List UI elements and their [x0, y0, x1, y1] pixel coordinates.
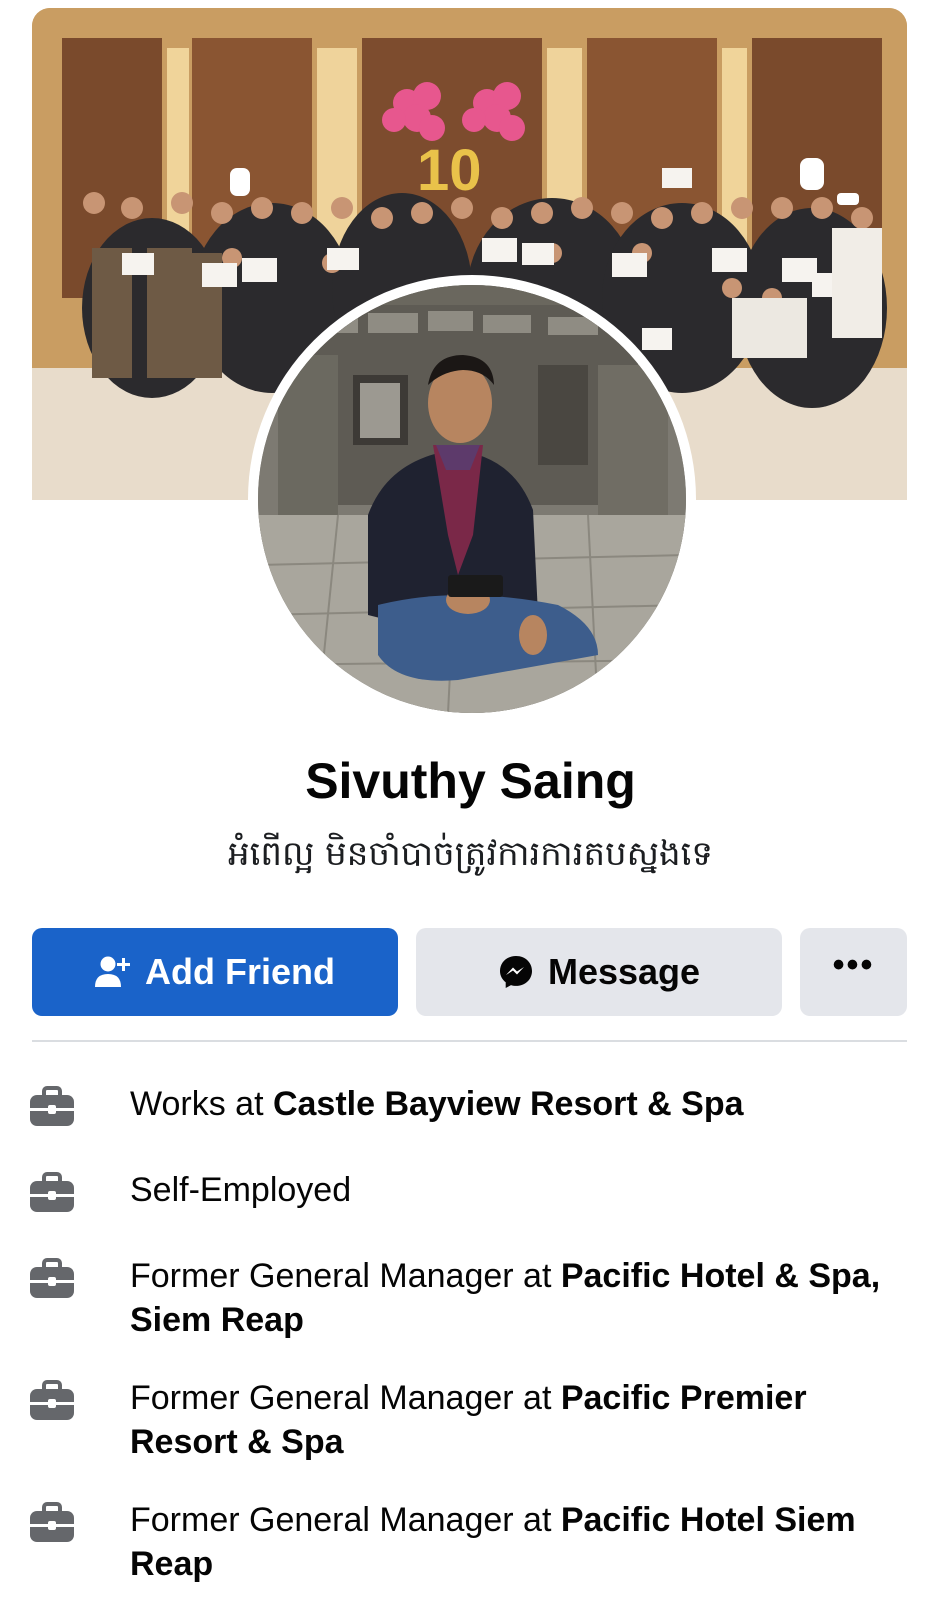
work-item: Works at Castle Bayview Resort & Spa	[28, 1082, 908, 1128]
profile-bio: អំពើល្អ មិនចាំបាច់ត្រូវការការតបស្នងទេ	[228, 834, 713, 874]
work-item-place[interactable]: Castle Bayview Resort & Spa	[273, 1085, 744, 1123]
message-label: Message	[547, 951, 701, 992]
briefcase-icon	[30, 1086, 74, 1126]
work-item-prefix: Former General Manager at	[130, 1257, 561, 1295]
profile-name: Sivuthy Saing	[305, 753, 636, 809]
more-icon: •••	[832, 946, 875, 984]
briefcase-icon	[30, 1502, 74, 1542]
add-friend-button[interactable]: Add Friend	[32, 928, 398, 1016]
work-item-text: Former General Manager at Pacific Hotel …	[130, 1254, 908, 1342]
balloon-number: 10	[417, 138, 482, 203]
work-item-prefix: Works at	[130, 1085, 273, 1123]
section-divider	[32, 1040, 907, 1042]
work-item: Self-Employed	[28, 1168, 908, 1214]
work-item-text: Former General Manager at Pacific Premie…	[130, 1376, 908, 1464]
work-item-prefix: Former General Manager at	[130, 1501, 561, 1539]
work-item-prefix: Former General Manager at	[130, 1379, 561, 1417]
add-friend-label: Add Friend	[145, 951, 335, 992]
work-item-text: Works at Castle Bayview Resort & Spa	[130, 1082, 908, 1126]
briefcase-icon	[30, 1172, 74, 1212]
profile-picture-image	[258, 285, 686, 713]
profile-picture[interactable]	[248, 275, 696, 723]
work-item: Former General Manager at Pacific Premie…	[28, 1376, 908, 1464]
work-item-text: Self-Employed	[130, 1168, 908, 1212]
work-item-prefix: Self-Employed	[130, 1171, 352, 1209]
more-button[interactable]: •••	[800, 928, 907, 1016]
briefcase-icon	[30, 1380, 74, 1420]
person-add-icon	[95, 955, 131, 989]
message-button[interactable]: Message	[416, 928, 782, 1016]
briefcase-icon	[30, 1258, 74, 1298]
profile-page: 10 Sivuthy Saing អំពើល្អ មិនចាំបាច់ត្រូវ…	[0, 0, 941, 1613]
work-item: Former General Manager at Pacific Hotel …	[28, 1498, 908, 1586]
work-item: Former General Manager at Pacific Hotel …	[28, 1254, 908, 1342]
work-item-text: Former General Manager at Pacific Hotel …	[130, 1498, 908, 1586]
messenger-icon	[498, 954, 534, 990]
